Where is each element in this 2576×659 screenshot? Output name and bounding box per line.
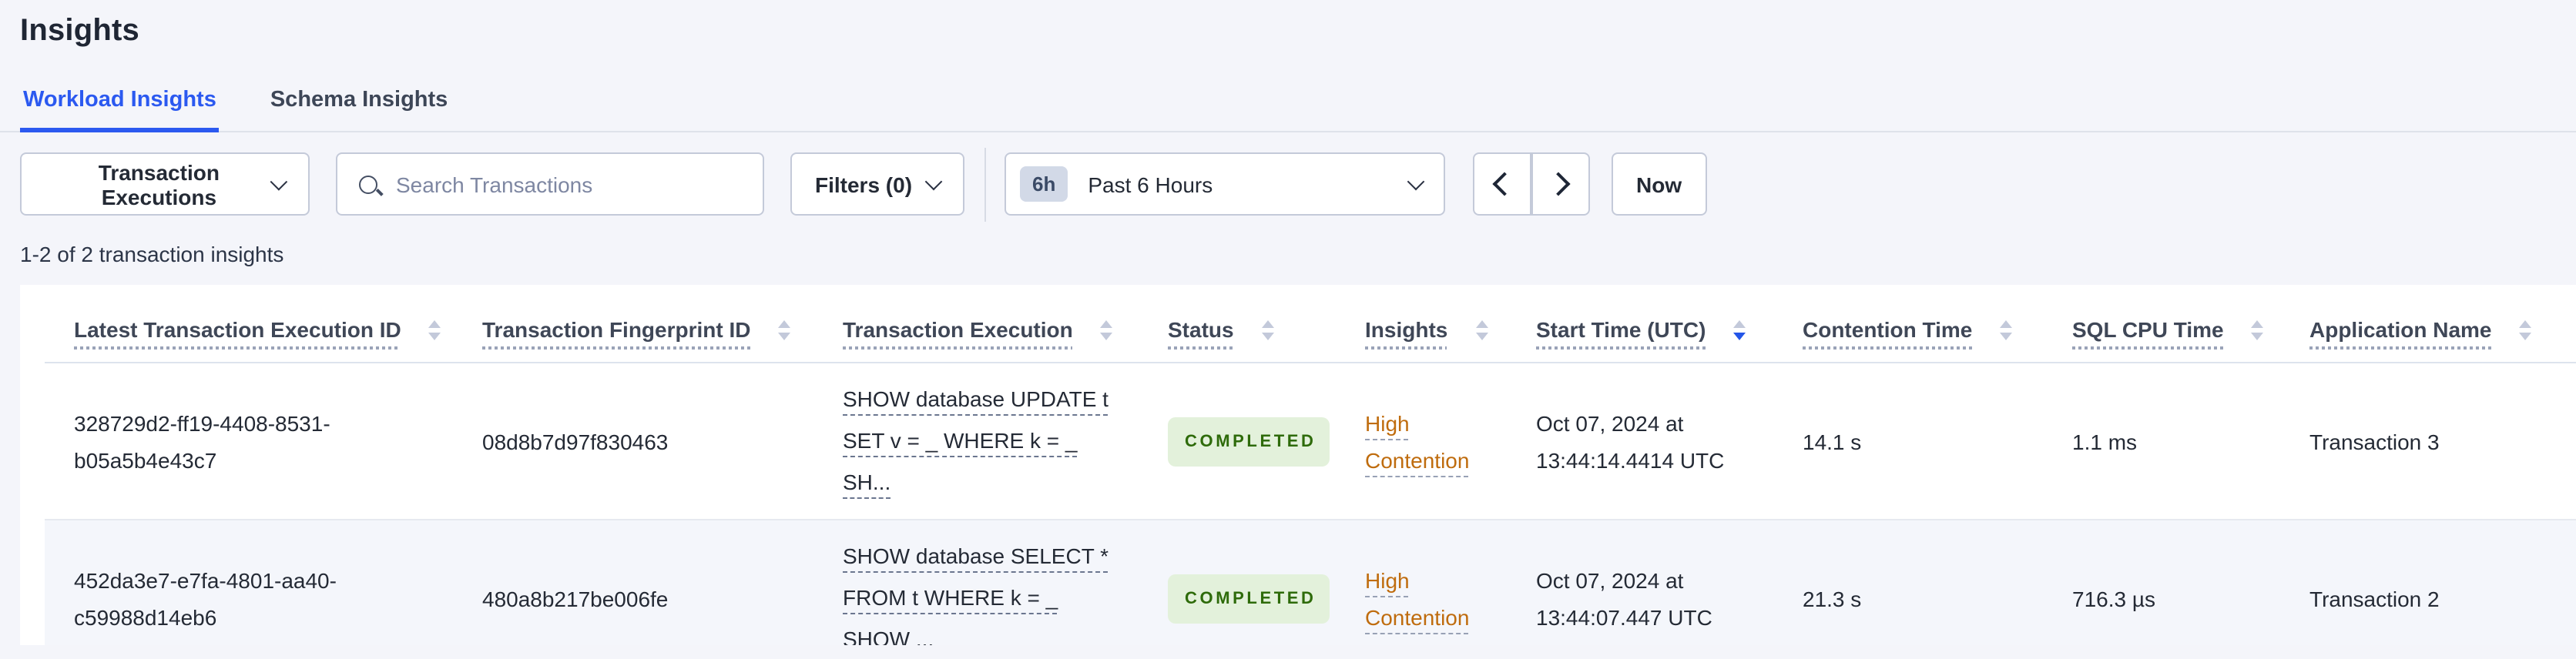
insights-page: Insights Workload Insights Schema Insigh… xyxy=(0,0,2576,659)
sort-icon xyxy=(1475,319,1488,340)
table-row: 328729d2-ff19-4408-8531-b05a5b4e43c7 08d… xyxy=(45,363,2576,520)
table-header-row: Latest Transaction Execution ID Transact… xyxy=(45,285,2576,363)
transaction-insights-table: Latest Transaction Execution ID Transact… xyxy=(45,285,2576,645)
cell-transaction-execution: SHOW database SELECT * FROM t WHERE k = … xyxy=(813,519,1139,645)
cell-latest-execution-id: 452da3e7-e7fa-4801-aa40-c59988d14eb6 xyxy=(45,519,453,645)
tab-schema-insights-label: Schema Insights xyxy=(270,88,448,112)
toolbar: Transaction Executions Filters (0) 6h Pa… xyxy=(20,147,2576,221)
tab-schema-insights[interactable]: Schema Insights xyxy=(267,79,451,132)
cell-application-name: Transaction 2 xyxy=(2280,519,2576,645)
cell-sql-cpu-time: 1.1 ms xyxy=(2072,429,2138,453)
chevron-right-icon xyxy=(1546,172,1571,196)
insight-type-dropdown[interactable]: Transaction Executions xyxy=(20,152,310,216)
search-box[interactable] xyxy=(336,152,764,216)
chevron-down-icon xyxy=(1407,172,1425,190)
results-count: 1-2 of 2 transaction insights xyxy=(20,242,284,266)
transaction-execution-link[interactable]: SHOW database SELECT * FROM t WHERE k = … xyxy=(843,544,1109,645)
insight-type-dropdown-value: Transaction Executions xyxy=(98,159,220,209)
search-input[interactable] xyxy=(393,170,723,198)
sort-icon xyxy=(428,319,441,340)
now-button[interactable]: Now xyxy=(1612,152,1707,216)
cell-transaction-execution: SHOW database UPDATE t SET v = _ WHERE k… xyxy=(813,363,1139,520)
filters-button-label: Filters (0) xyxy=(815,172,913,196)
cell-insights: High Contention xyxy=(1336,519,1507,645)
sort-icon xyxy=(2519,319,2532,340)
cell-sql-cpu-time: 716.3 µs xyxy=(2043,519,2280,645)
cell-fingerprint-id: 08d8b7d97f830463 xyxy=(482,429,669,453)
cell-fingerprint-id: 480a8b217be006fe xyxy=(453,519,813,645)
toolbar-divider xyxy=(984,147,987,221)
status-badge: COMPLETED xyxy=(1168,416,1330,466)
cell-contention-time: 21.3 s xyxy=(1773,519,2043,645)
sort-icon xyxy=(2000,319,2013,340)
column-header-transaction-execution[interactable]: Transaction Execution xyxy=(813,285,1139,363)
sort-icon xyxy=(2251,319,2264,340)
time-range-badge: 6h xyxy=(1020,166,1068,202)
insights-table-card: Latest Transaction Execution ID Transact… xyxy=(20,285,2576,645)
search-icon xyxy=(359,175,377,193)
time-prev-button[interactable] xyxy=(1473,152,1532,216)
cell-insights: High Contention xyxy=(1336,363,1507,520)
insights-tabbar: Workload Insights Schema Insights xyxy=(0,79,2576,132)
time-range-label: Past 6 Hours xyxy=(1088,172,1213,196)
sort-desc-active-icon xyxy=(1733,319,1746,340)
page-title: Insights xyxy=(20,14,139,48)
status-badge: COMPLETED xyxy=(1168,574,1330,623)
column-header-status[interactable]: Status xyxy=(1139,285,1336,363)
sort-icon xyxy=(1261,319,1274,340)
filters-button[interactable]: Filters (0) xyxy=(790,152,965,216)
column-header-application-name[interactable]: Application Name xyxy=(2280,285,2576,363)
high-contention-link[interactable]: High Contention xyxy=(1365,410,1469,472)
table-row: 452da3e7-e7fa-4801-aa40-c59988d14eb6 480… xyxy=(45,519,2576,645)
time-next-button[interactable] xyxy=(1531,152,1591,216)
cell-start-time: Oct 07, 2024 at 13:44:07.447 UTC xyxy=(1507,519,1773,645)
chevron-left-icon xyxy=(1492,172,1517,196)
transaction-execution-link[interactable]: SHOW database UPDATE t SET v = _ WHERE k… xyxy=(843,386,1109,494)
column-header-start-time[interactable]: Start Time (UTC) xyxy=(1507,285,1773,363)
sort-icon xyxy=(1100,319,1113,340)
time-nav-group xyxy=(1473,152,1591,216)
cell-start-time: Oct 07, 2024 at 13:44:14.4414 UTC xyxy=(1536,410,1725,472)
column-header-transaction-fingerprint-id[interactable]: Transaction Fingerprint ID xyxy=(453,285,813,363)
time-range-picker[interactable]: 6h Past 6 Hours xyxy=(1005,152,1446,216)
tab-workload-insights[interactable]: Workload Insights xyxy=(20,79,220,132)
cell-latest-execution-id: 328729d2-ff19-4408-8531-b05a5b4e43c7 xyxy=(74,410,330,472)
cell-application-name: Transaction 3 xyxy=(2309,429,2440,453)
cell-status: COMPLETED xyxy=(1139,363,1336,520)
cell-status: COMPLETED xyxy=(1139,519,1336,645)
chevron-down-icon xyxy=(924,172,943,190)
sort-icon xyxy=(778,319,791,340)
tab-workload-insights-label: Workload Insights xyxy=(23,88,216,112)
column-header-latest-transaction-execution-id[interactable]: Latest Transaction Execution ID xyxy=(45,285,453,363)
now-button-label: Now xyxy=(1636,172,1682,196)
column-header-sql-cpu-time[interactable]: SQL CPU Time xyxy=(2043,285,2280,363)
high-contention-link[interactable]: High Contention xyxy=(1365,567,1469,629)
column-header-insights[interactable]: Insights xyxy=(1336,285,1507,363)
column-header-contention-time[interactable]: Contention Time xyxy=(1773,285,2043,363)
cell-contention-time: 14.1 s xyxy=(1803,429,1862,453)
